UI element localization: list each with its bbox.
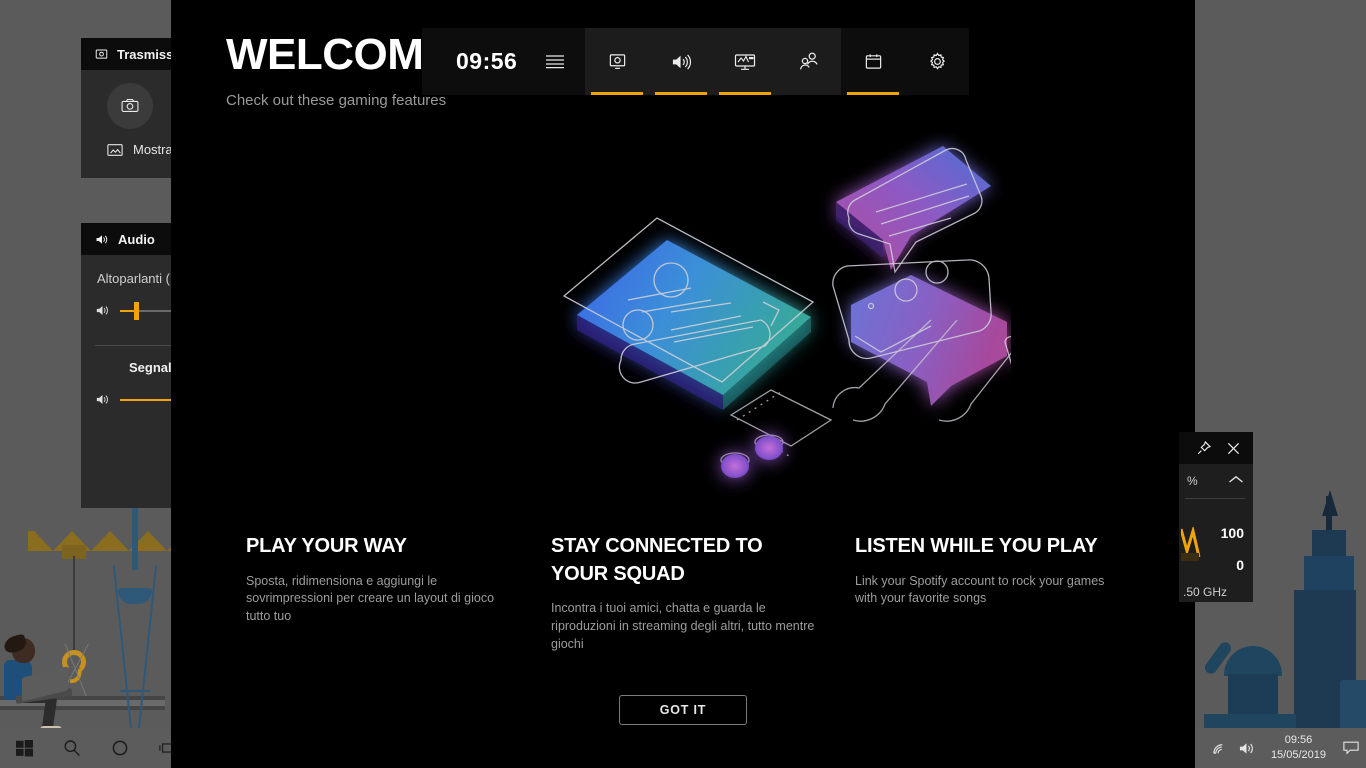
performance-unit-label: %	[1187, 474, 1198, 488]
crane-cable	[73, 556, 75, 652]
game-bar-right-section	[841, 28, 970, 95]
welcome-overlay: WELCOME Check out these gaming features	[171, 0, 1195, 768]
search-button[interactable]	[48, 728, 96, 768]
wallpaper-observatory-base	[1228, 674, 1278, 716]
taskbar-time: 09:56	[1284, 734, 1313, 747]
game-bar-tab-audio[interactable]	[649, 28, 713, 95]
taskbar-buttons	[0, 728, 192, 768]
taskbar-date: 15/05/2019	[1270, 749, 1326, 761]
feature-heading: PLAY YOUR WAY	[246, 535, 407, 557]
tab-active-underline	[719, 92, 772, 95]
wifi-icon[interactable]	[1211, 741, 1228, 756]
feature-heading: STAY CONNECTED TO YOUR SQUAD	[551, 535, 763, 585]
taskbar-overlay-mask	[171, 728, 1195, 768]
game-bar-clock: 09:56	[456, 48, 518, 74]
windows-start-icon	[15, 739, 33, 757]
game-bar-widget-store[interactable]	[841, 28, 905, 95]
people-icon	[799, 52, 819, 71]
performance-divider	[1185, 498, 1245, 499]
gaming-features-illustration	[562, 146, 1011, 478]
game-bar-tab-performance[interactable]	[713, 28, 777, 95]
volume-icon	[95, 304, 110, 317]
notification-icon[interactable]	[1342, 740, 1360, 756]
taskbar-clock[interactable]: 09:56 15/05/2019	[1265, 733, 1332, 763]
feature-body: Link your Spotify account to rock your g…	[855, 573, 1105, 606]
game-bar-tab-social[interactable]	[777, 28, 841, 95]
feature-column-3: LISTEN WHILE YOU PLAY Link your Spotify …	[855, 533, 1105, 608]
system-tray: 09:56 15/05/2019	[1211, 728, 1366, 768]
gear-icon	[928, 52, 947, 71]
wallpaper-observatory-plinth	[1204, 714, 1296, 728]
tab-active-underline	[591, 92, 644, 95]
illustration-nodes	[721, 436, 783, 478]
screenshot-button[interactable]	[107, 83, 153, 129]
page-subtitle: Check out these gaming features	[226, 92, 447, 109]
feature-heading: LISTEN WHILE YOU PLAY	[855, 535, 1098, 557]
illustration-squad-bubble	[851, 275, 1007, 406]
game-bar-settings[interactable]	[905, 28, 969, 95]
performance-widget-titlebar[interactable]	[1179, 432, 1253, 464]
feature-body: Sposta, ridimensiona e aggiungi le sovri…	[246, 573, 495, 624]
got-it-button[interactable]: GOT IT	[619, 695, 747, 725]
performance-icon	[734, 53, 756, 71]
widget-store-icon	[864, 52, 883, 71]
page-title: WELCOME	[226, 30, 453, 79]
volume-icon	[95, 393, 110, 406]
cortana-icon	[111, 739, 129, 757]
performance-value-bottom: 0	[1236, 557, 1244, 573]
capture-icon	[95, 48, 108, 61]
game-bar-clock-section: 09:56	[422, 28, 586, 95]
performance-graph-icon	[1181, 527, 1207, 561]
close-icon[interactable]	[1226, 441, 1241, 456]
tab-active-underline	[847, 92, 900, 95]
performance-value-top: 100	[1220, 525, 1244, 541]
wallpaper-tower-mast	[132, 498, 138, 570]
pin-icon[interactable]	[1196, 440, 1212, 456]
camera-icon	[120, 96, 140, 116]
game-bar-toolbar[interactable]: 09:56	[422, 28, 970, 95]
audio-widget-title: Audio	[118, 231, 155, 247]
wallpaper-tower-brace	[120, 690, 150, 692]
search-icon	[63, 739, 81, 757]
taskbar[interactable]: 09:56 15/05/2019	[0, 728, 1366, 768]
crane-truss	[110, 531, 148, 551]
list-icon[interactable]	[545, 54, 565, 69]
start-button[interactable]	[0, 728, 48, 768]
feature-column-1: PLAY YOUR WAY Sposta, ridimensiona e agg…	[246, 533, 496, 626]
feature-body: Incontra i tuoi amici, chatta e guarda l…	[551, 601, 815, 651]
tab-active-underline	[655, 92, 708, 95]
volume-icon	[95, 233, 109, 246]
audio-device-volume-thumb[interactable]	[133, 301, 139, 320]
performance-frequency: .50 GHz	[1183, 585, 1228, 599]
gallery-icon	[107, 143, 123, 157]
chevron-up-icon[interactable]	[1227, 474, 1245, 486]
volume-icon	[671, 53, 692, 71]
game-bar-tabs	[585, 28, 842, 95]
cortana-button[interactable]	[96, 728, 144, 768]
game-bar-tab-capture[interactable]	[585, 28, 649, 95]
feature-column-2: STAY CONNECTED TO YOUR SQUAD Incontra i …	[551, 533, 816, 653]
screen: Trasmissione e acquisizione	[0, 0, 1366, 768]
illustration-play-triangle	[1004, 336, 1011, 365]
volume-icon[interactable]	[1238, 741, 1255, 756]
capture-icon	[608, 52, 627, 71]
